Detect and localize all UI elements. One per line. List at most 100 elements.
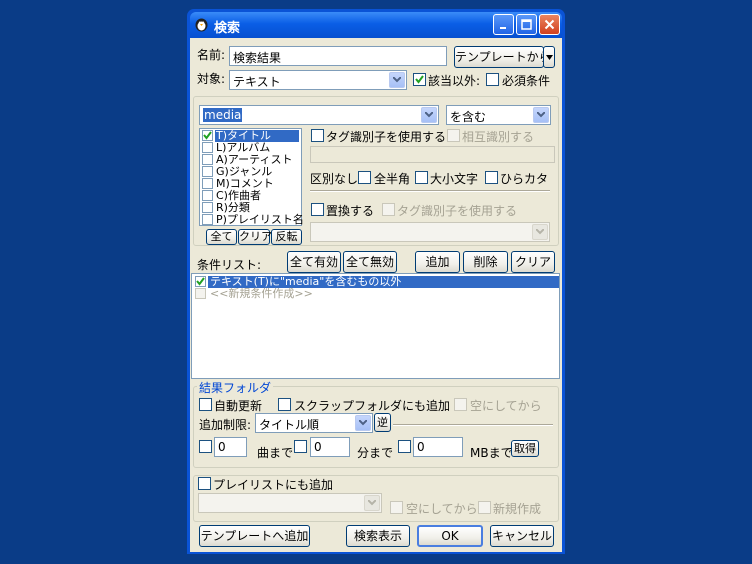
template-from-button[interactable]: テンプレートから <box>454 46 551 68</box>
enable-all-button[interactable]: 全て有効 <box>287 251 341 273</box>
maximize-button[interactable] <box>516 14 537 35</box>
no-distinction-label: 区別なし: <box>310 172 363 186</box>
new-create-checkbox[interactable] <box>478 501 491 514</box>
replace-tag-id-label: タグ識別子を使用する <box>397 204 518 218</box>
clear-conditions-button[interactable]: クリア <box>511 251 555 273</box>
minutes-limit-input[interactable]: 0 <box>310 437 350 457</box>
match-mode-select[interactable]: を含む <box>446 105 551 125</box>
field-checkbox[interactable] <box>202 166 213 177</box>
chevron-down-icon <box>364 495 380 511</box>
mb-unit-label: MBまで <box>470 446 513 460</box>
maximize-icon <box>521 19 532 30</box>
add-playlist-checkbox[interactable] <box>198 477 211 490</box>
field-checkbox-title[interactable] <box>202 130 213 141</box>
target-label: 対象: <box>197 72 226 86</box>
folder-empty-first-label: 空にしてから <box>470 399 542 413</box>
condition-checkbox[interactable] <box>195 288 206 299</box>
mutual-id-checkbox[interactable] <box>447 129 460 142</box>
condition-list[interactable]: テキスト(T)に"media"を含むもの以外 <<新規条件作成>> <box>191 273 560 379</box>
limit-select-value: タイトル順 <box>259 418 320 432</box>
minimize-icon <box>499 27 506 29</box>
divider <box>393 424 553 426</box>
chevron-down-icon <box>421 107 437 123</box>
case-checkbox[interactable] <box>415 171 428 184</box>
hiragana-checkbox[interactable] <box>485 171 498 184</box>
add-scrap-checkbox[interactable] <box>278 398 291 411</box>
name-label: 名前: <box>197 48 226 62</box>
delete-condition-button[interactable]: 削除 <box>463 251 508 273</box>
add-condition-button[interactable]: 追加 <box>415 251 460 273</box>
songs-limit-checkbox[interactable] <box>199 440 212 453</box>
penguin-app-icon <box>194 17 209 32</box>
new-condition-text: <<新規条件作成>> <box>210 287 313 300</box>
field-list[interactable]: T)タイトル L)アルバム A)アーティスト G)ジャンル M)コメント C)作… <box>199 128 304 226</box>
add-scrap-label: スクラップフォルダにも追加 <box>294 399 451 413</box>
window-title: 検索 <box>214 21 241 36</box>
replace-label: 置換する <box>326 204 375 218</box>
required-checkbox[interactable] <box>486 73 499 86</box>
full-half-checkbox[interactable] <box>358 171 371 184</box>
close-icon <box>544 19 555 30</box>
field-checkbox[interactable] <box>202 142 213 153</box>
fields-invert-button[interactable]: 反転 <box>271 229 302 245</box>
chevron-down-icon <box>389 72 405 88</box>
template-dropdown-button[interactable] <box>543 46 555 68</box>
minutes-limit-checkbox[interactable] <box>294 440 307 453</box>
fields-all-button[interactable]: 全て <box>206 229 237 245</box>
chevron-down-icon <box>533 107 549 123</box>
fields-clear-button[interactable]: クリア <box>238 229 272 245</box>
exclude-checkbox[interactable] <box>413 73 426 86</box>
field-checkbox[interactable] <box>202 202 213 213</box>
disable-all-button[interactable]: 全て無効 <box>343 251 397 273</box>
field-checkbox[interactable] <box>202 214 213 225</box>
required-label: 必須条件 <box>502 74 551 88</box>
replace-tag-id-checkbox[interactable] <box>382 203 395 216</box>
target-select-value: テキスト <box>233 75 281 89</box>
limit-select[interactable]: タイトル順 <box>255 413 373 433</box>
chevron-down-icon <box>355 415 371 431</box>
condition-list-label: 条件リスト: <box>197 258 262 272</box>
field-checkbox[interactable] <box>202 178 213 189</box>
ok-button[interactable]: OK <box>417 525 483 547</box>
playlist-empty-first-checkbox[interactable] <box>390 501 403 514</box>
case-label: 大小文字 <box>430 172 479 186</box>
mb-limit-input[interactable]: 0 <box>413 437 463 457</box>
chevron-down-icon <box>532 224 548 240</box>
add-playlist-label: プレイリストにも追加 <box>213 478 334 492</box>
playlist-empty-first-label: 空にしてから <box>406 502 478 516</box>
condition-checkbox[interactable] <box>195 276 206 287</box>
reverse-order-button[interactable]: 逆 <box>374 413 391 432</box>
keyword-combo[interactable]: media <box>199 105 439 125</box>
mb-limit-checkbox[interactable] <box>398 440 411 453</box>
auto-update-label: 自動更新 <box>214 399 263 413</box>
minutes-unit-label: 分まで <box>357 446 394 460</box>
target-select[interactable]: テキスト <box>229 70 407 90</box>
match-mode-value: を含む <box>450 110 487 124</box>
songs-unit-label: 曲まで <box>257 446 294 460</box>
cancel-button[interactable]: キャンセル <box>490 525 554 547</box>
minimize-button[interactable] <box>493 14 514 35</box>
field-checkbox[interactable] <box>202 190 213 201</box>
use-tag-id-checkbox[interactable] <box>311 129 324 142</box>
exclude-label: 該当以外: <box>428 74 481 88</box>
songs-limit-input[interactable]: 0 <box>214 437 247 457</box>
replace-checkbox[interactable] <box>311 203 324 216</box>
close-button[interactable] <box>539 14 560 35</box>
show-search-button[interactable]: 検索表示 <box>346 525 410 547</box>
tag-id-input[interactable] <box>310 146 555 163</box>
new-create-label: 新規作成 <box>493 502 542 516</box>
add-template-button[interactable]: テンプレートへ追加 <box>199 525 310 547</box>
mutual-id-label: 相互識別する <box>462 130 535 144</box>
chevron-down-icon <box>545 55 553 60</box>
title-bar[interactable]: 検索 <box>190 12 562 38</box>
divider <box>310 190 550 192</box>
playlist-select[interactable] <box>198 493 382 513</box>
field-checkbox[interactable] <box>202 154 213 165</box>
keyword-value: media <box>203 108 243 122</box>
replace-combo[interactable] <box>310 222 550 242</box>
get-button[interactable]: 取得 <box>511 440 539 457</box>
folder-empty-first-checkbox[interactable] <box>454 398 467 411</box>
auto-update-checkbox[interactable] <box>199 398 212 411</box>
name-input[interactable]: 検索結果 <box>229 46 447 66</box>
field-label: P)プレイリスト名 <box>216 213 304 226</box>
